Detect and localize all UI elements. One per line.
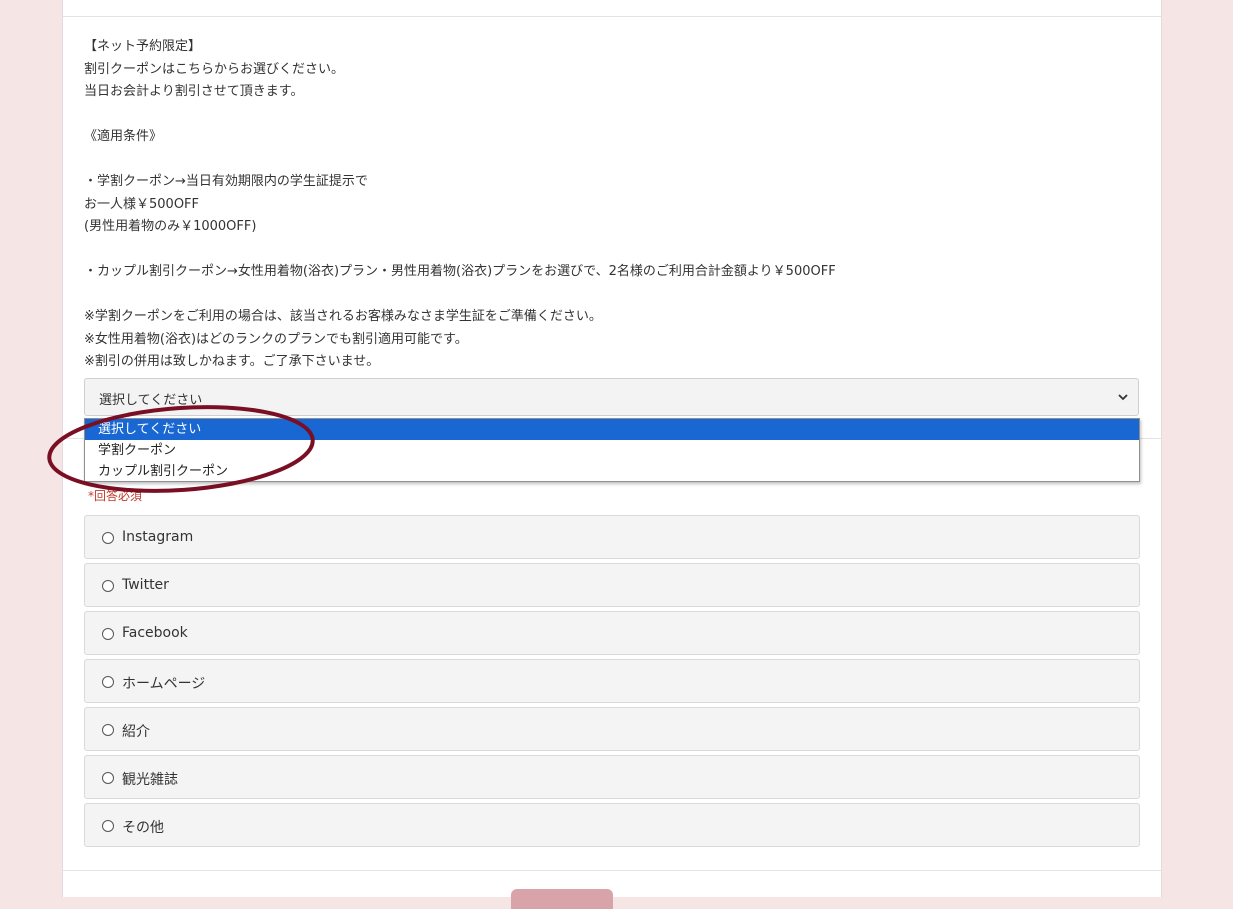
referral-option-introduction[interactable]: 紹介 (84, 707, 1140, 751)
referral-option-magazine[interactable]: 観光雑誌 (84, 755, 1140, 799)
coupon-option-couple[interactable]: カップル割引クーポン (85, 461, 1139, 482)
chevron-down-icon (1118, 394, 1128, 401)
coupon-option-none[interactable]: 選択してください (85, 419, 1139, 440)
referral-option-facebook[interactable]: Facebook (84, 611, 1140, 655)
referral-option-other[interactable]: その他 (84, 803, 1140, 847)
radio-label: Twitter (122, 577, 169, 593)
radio-circle-icon[interactable] (102, 724, 114, 736)
notice-blank (84, 149, 1134, 172)
section-divider-bottom (63, 870, 1161, 871)
notice-line: 【ネット予約限定】 (84, 39, 202, 54)
notice-line: 当日お会計より割引させて頂きます。 (84, 84, 304, 99)
notice-line: ※割引の併用は致しかねます。ご了承下さいませ。 (84, 354, 380, 369)
radio-circle-icon[interactable] (102, 580, 114, 592)
referral-option-homepage[interactable]: ホームページ (84, 659, 1140, 703)
coupon-select-value: 選択してください (99, 393, 203, 408)
notice-line: (男性用着物のみ￥1000OFF) (84, 219, 257, 234)
notice-blank (84, 239, 1134, 262)
required-label: *回答必須 (88, 489, 143, 503)
notice-blank (84, 284, 1134, 307)
coupon-select[interactable]: 選択してください (84, 378, 1139, 416)
notice-line: ※学割クーポンをご利用の場合は、該当されるお客様みなさま学生証をご準備ください。 (84, 309, 602, 324)
radio-circle-icon[interactable] (102, 628, 114, 640)
radio-circle-icon[interactable] (102, 772, 114, 784)
radio-label: 観光雑誌 (122, 772, 178, 788)
coupon-dropdown-list: 選択してください 学割クーポン カップル割引クーポン (84, 418, 1140, 482)
radio-label: その他 (122, 820, 164, 836)
radio-label: Facebook (122, 625, 188, 641)
section-divider-top (63, 16, 1161, 17)
form-panel: 【ネット予約限定】 割引クーポンはこちらからお選びください。 当日お会計より割引… (62, 0, 1162, 909)
radio-label: 紹介 (122, 724, 150, 740)
submit-button[interactable] (511, 889, 613, 909)
radio-label: ホームページ (122, 676, 206, 692)
coupon-option-student[interactable]: 学割クーポン (85, 440, 1139, 461)
notice-line: お一人様￥500OFF (84, 196, 200, 212)
notice-line: 《適用条件》 (84, 129, 163, 144)
referral-option-twitter[interactable]: Twitter (84, 563, 1140, 607)
radio-circle-icon[interactable] (102, 676, 114, 688)
referral-option-instagram[interactable]: Instagram (84, 515, 1140, 559)
radio-circle-icon[interactable] (102, 532, 114, 544)
radio-circle-icon[interactable] (102, 820, 114, 832)
notice-line: ・学割クーポン→当日有効期限内の学生証提示で (84, 174, 368, 189)
notice-line: ・カップル割引クーポン→女性用着物(浴衣)プラン・男性用着物(浴衣)プランをお選… (84, 264, 836, 279)
notice-line: ※女性用着物(浴衣)はどのランクのプランでも割引適用可能です。 (84, 331, 468, 347)
coupon-notice: 【ネット予約限定】 割引クーポンはこちらからお選びください。 当日お会計より割引… (84, 36, 1134, 374)
notice-blank (84, 104, 1134, 127)
radio-label: Instagram (122, 529, 194, 545)
notice-line: 割引クーポンはこちらからお選びください。 (84, 61, 345, 77)
